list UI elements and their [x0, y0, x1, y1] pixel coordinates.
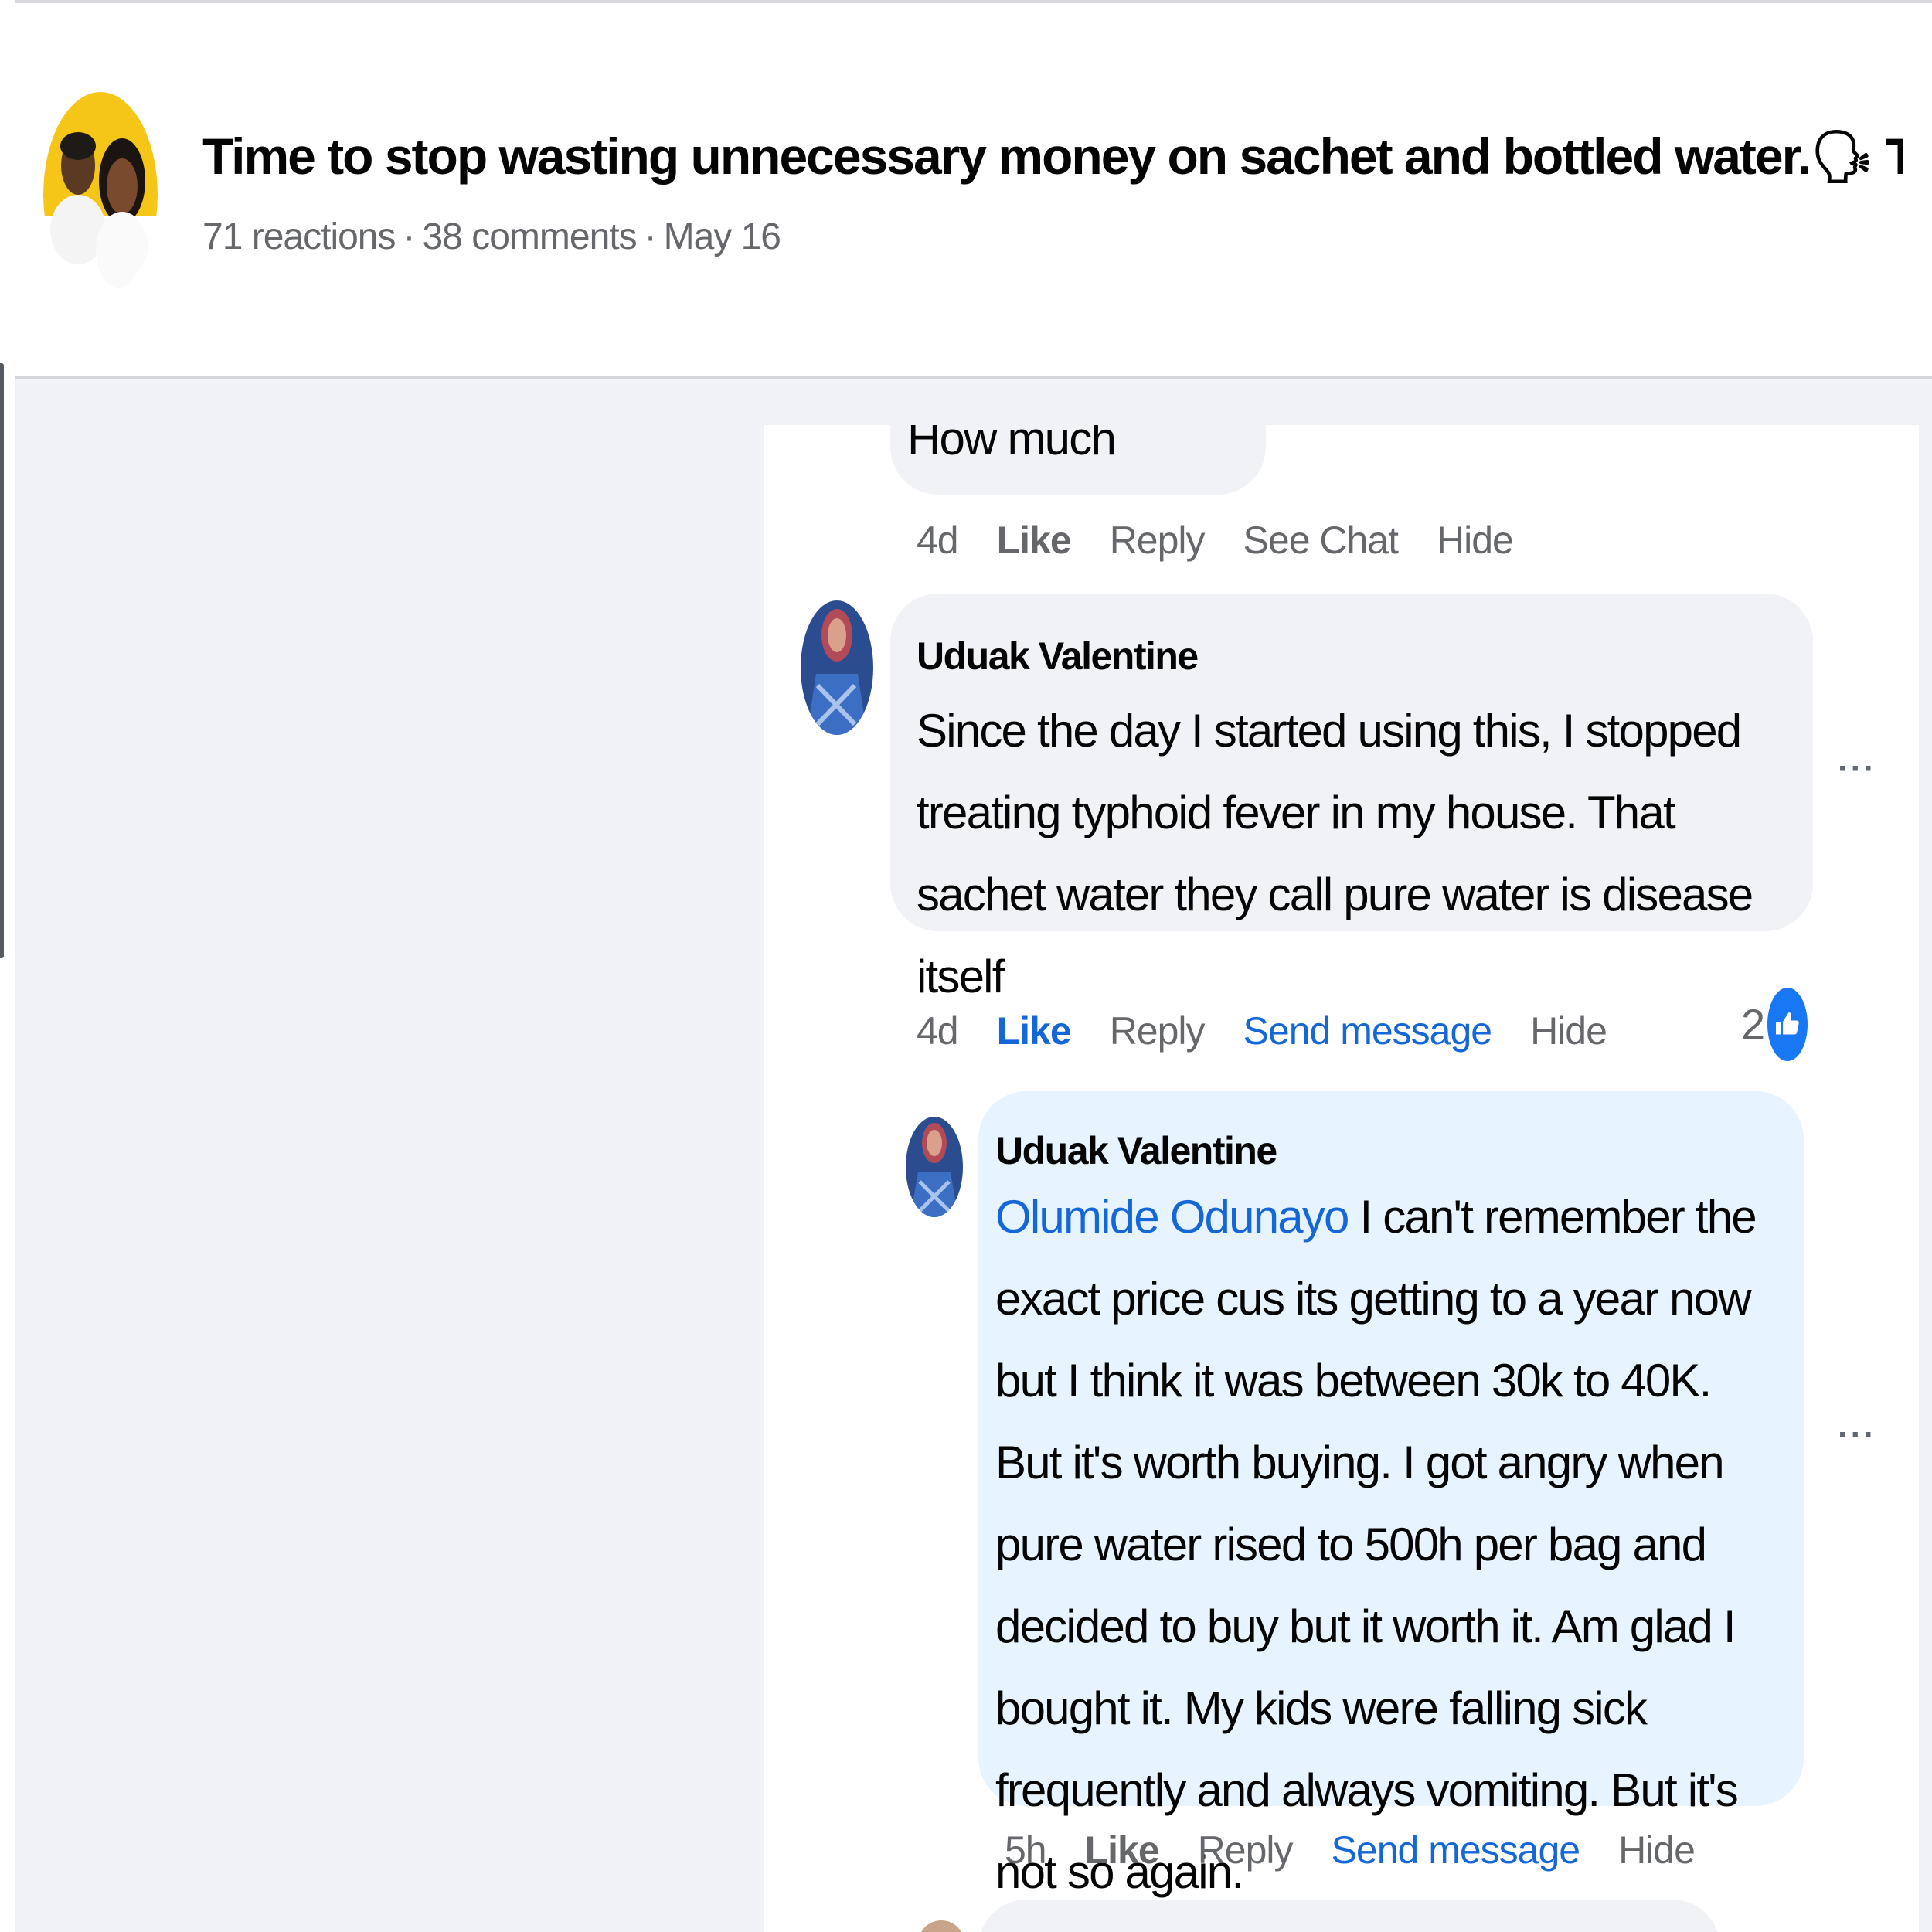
comment-more-options-button[interactable]: ··· [1838, 750, 1876, 788]
previous-comment-text: How much [907, 425, 1117, 464]
post-date[interactable]: May 16 [664, 216, 781, 257]
post-header: Time to stop wasting unnecessary money o… [15, 0, 1932, 379]
mentioned-user-link[interactable]: Olumide Odunayo [995, 1191, 1349, 1243]
left-edge [0, 0, 15, 1932]
reply-button[interactable]: Reply [1110, 518, 1206, 563]
see-chat-button[interactable]: See Chat [1243, 518, 1399, 563]
like-button[interactable]: Like [997, 1009, 1072, 1053]
like-button[interactable]: Like [997, 518, 1072, 563]
reply-button[interactable]: Reply [1198, 1828, 1294, 1872]
scrollbar-thumb[interactable] [0, 363, 4, 958]
reply-more-options-button[interactable]: ··· [1838, 1416, 1876, 1454]
comments-panel: How much 4d Like Reply See Chat Hide Udu… [764, 425, 1919, 1932]
hide-button[interactable]: Hide [1618, 1828, 1696, 1872]
send-message-button[interactable]: Send message [1332, 1828, 1581, 1872]
comment-text: Since the day I started using this, I st… [917, 705, 1753, 1002]
meta-separator: · [644, 216, 657, 257]
comment-time[interactable]: 4d [917, 518, 959, 563]
reactions-count[interactable]: 71 reactions [202, 216, 396, 257]
thumbs-up-glyph-icon [1776, 1012, 1799, 1035]
reply-actions: 5h Like Reply Send message Hide [1005, 1828, 1733, 1872]
post-meta: 71 reactions · 38 comments · May 16 [202, 216, 781, 258]
meta-separator: · [403, 216, 416, 257]
page-avatar[interactable] [43, 92, 158, 297]
user-avatar-icon [906, 1117, 963, 1217]
reply-bubble: Uduak Valentine Olumide Odunayo I can't … [978, 1091, 1804, 1898]
reply-author[interactable]: Uduak Valentine [995, 1128, 1277, 1173]
comments-count[interactable]: 38 comments [422, 216, 637, 257]
reply-body: I can't remember the exact price cus its… [995, 1191, 1757, 1898]
user-avatar-icon [801, 600, 873, 735]
reply-author-avatar[interactable] [906, 1117, 963, 1217]
next-comment-bubble [978, 1900, 1720, 1932]
hide-button[interactable]: Hide [1437, 518, 1514, 563]
reply-time[interactable]: 5h [1005, 1828, 1047, 1872]
hide-button[interactable]: Hide [1530, 1009, 1607, 1053]
reply-button[interactable]: Reply [1110, 1009, 1206, 1053]
comment-bubble: Uduak Valentine Since the day I started … [890, 594, 1813, 1002]
previous-comment-bubble: How much [890, 425, 1266, 495]
comment-actions: 4d Like Reply Send message Hide [917, 1009, 1645, 1053]
comment-time[interactable]: 4d [917, 1009, 959, 1053]
post-title[interactable]: Time to stop wasting unnecessary money o… [202, 127, 1903, 187]
previous-comment-actions: 4d Like Reply See Chat Hide [917, 518, 1552, 563]
comment-reactions[interactable]: 2 [1741, 985, 1808, 1063]
reply-text: Olumide Odunayo I can't remember the exa… [995, 1176, 1776, 1913]
send-message-button[interactable]: Send message [1243, 1009, 1493, 1053]
couple-avatar-icon [43, 92, 158, 297]
thumbs-up-icon [1767, 987, 1808, 1061]
like-button[interactable]: Like [1085, 1828, 1160, 1872]
commenter-avatar[interactable] [801, 600, 873, 735]
reaction-count: 2 [1741, 999, 1765, 1049]
next-comment-avatar[interactable] [918, 1920, 964, 1932]
comment-author[interactable]: Uduak Valentine [917, 634, 1199, 679]
